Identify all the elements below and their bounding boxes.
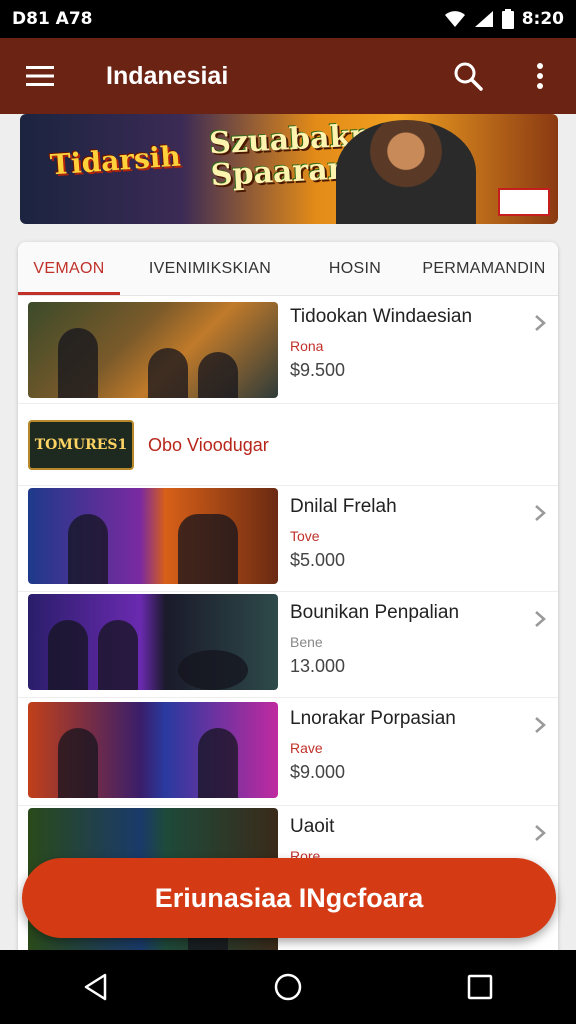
item-text: Dnilal Frelah Tove $5.000 (290, 496, 397, 571)
game-thumbnail (28, 302, 278, 398)
item-title: Dnilal Frelah (290, 496, 397, 517)
thumbnail-figure (98, 620, 138, 690)
item-subtitle: Bene (290, 634, 323, 650)
wifi-icon (444, 11, 465, 27)
tab-label: PERMAMANDIN (422, 259, 546, 277)
list-item[interactable]: Lnorakar Porpasian Rave $9.000 (18, 698, 558, 806)
chevron-right-icon (535, 717, 546, 733)
chevron-right-icon (535, 825, 546, 841)
primary-cta-button[interactable]: Eriunasiaa INgcfoara (22, 858, 556, 938)
list-item[interactable]: Dnilal Frelah Tove $5.000 (18, 486, 558, 592)
home-icon[interactable] (248, 957, 328, 1017)
item-title: Uaoit (290, 816, 335, 837)
chevron-right-icon (535, 611, 546, 627)
item-price: $9.000 (290, 762, 346, 782)
back-icon[interactable] (56, 957, 136, 1017)
tab-label: VEMAON (33, 259, 105, 277)
list-item[interactable]: Bounikan Penpalian Bene 13.000 (18, 592, 558, 698)
item-price: 13.000 (290, 656, 346, 676)
tab-permamandin[interactable]: PERMAMANDIN (410, 242, 558, 295)
app-bar: Indanesiai (0, 38, 576, 114)
item-subtitle: Rave (290, 740, 323, 756)
signal-icon (474, 11, 493, 27)
banner-hero-image (336, 120, 476, 224)
item-subtitle: Rona (290, 338, 324, 354)
game-thumbnail (28, 702, 278, 798)
banner-badge (498, 188, 550, 216)
tab-ivenimikskian[interactable]: IVENIMIKSKIAN (120, 242, 300, 295)
tab-label: IVENIMIKSKIAN (148, 259, 272, 277)
thumbnail-figure (178, 650, 248, 690)
chevron-right-icon (535, 315, 546, 331)
item-title: Bounikan Penpalian (290, 602, 460, 623)
more-vert-icon[interactable] (504, 38, 576, 114)
tab-label: HOSIN (328, 259, 382, 277)
thumbnail-figure (68, 514, 108, 584)
thumbnail-figure (48, 620, 88, 690)
promo-banner[interactable]: Tidarsih Szuabakn Spaarani (20, 114, 558, 224)
thumbnail-figure (58, 328, 98, 398)
banner-logo-left: Tidarsih (49, 139, 182, 182)
thumbnail-figure (198, 352, 238, 398)
hamburger-menu-icon[interactable] (0, 38, 80, 114)
item-text: Tidookan Windaesian Rona $9.500 (290, 306, 472, 381)
game-thumbnail (28, 594, 278, 690)
item-text: Bounikan Penpalian Bene 13.000 (290, 602, 459, 677)
tab-hosin[interactable]: HOSIN (300, 242, 410, 295)
item-subtitle: Tove (290, 528, 320, 544)
item-title: Lnorakar Porpasian (290, 708, 456, 729)
app-title: Indanesiai (106, 61, 229, 90)
cta-label: Eriunasiaa INgcfoara (154, 882, 424, 913)
item-title: Tidookan Windaesian (290, 306, 473, 327)
thumbnail-figure (178, 514, 238, 584)
status-bar: D81 A78 8:20 (0, 0, 576, 38)
battery-icon (501, 9, 514, 29)
status-icons: 8:20 (444, 9, 564, 29)
list-item[interactable]: Tidookan Windaesian Rona $9.500 (18, 296, 558, 404)
item-price: $9.500 (290, 360, 346, 380)
chevron-right-icon (535, 505, 546, 521)
item-text: Lnorakar Porpasian Rave $9.000 (290, 708, 456, 783)
thumbnail-figure (58, 728, 98, 798)
item-price: $5.000 (290, 550, 346, 570)
tab-bar: VEMAON IVENIMIKSKIAN HOSIN PERMAMANDIN (18, 242, 558, 296)
status-left-text: D81 A78 (12, 9, 93, 29)
promo-logo: TOMURES1 (28, 420, 134, 470)
status-time: 8:20 (521, 9, 564, 29)
tab-vemaon[interactable]: VEMAON (18, 242, 120, 295)
thumbnail-figure (148, 348, 188, 398)
search-icon[interactable] (432, 38, 504, 114)
system-nav-bar (0, 950, 576, 1024)
recents-icon[interactable] (440, 957, 520, 1017)
thumbnail-figure (198, 728, 238, 798)
promo-text: Obo Vioodugar (148, 435, 269, 455)
promo-row[interactable]: TOMURES1 Obo Vioodugar (18, 404, 558, 486)
game-thumbnail (28, 488, 278, 584)
